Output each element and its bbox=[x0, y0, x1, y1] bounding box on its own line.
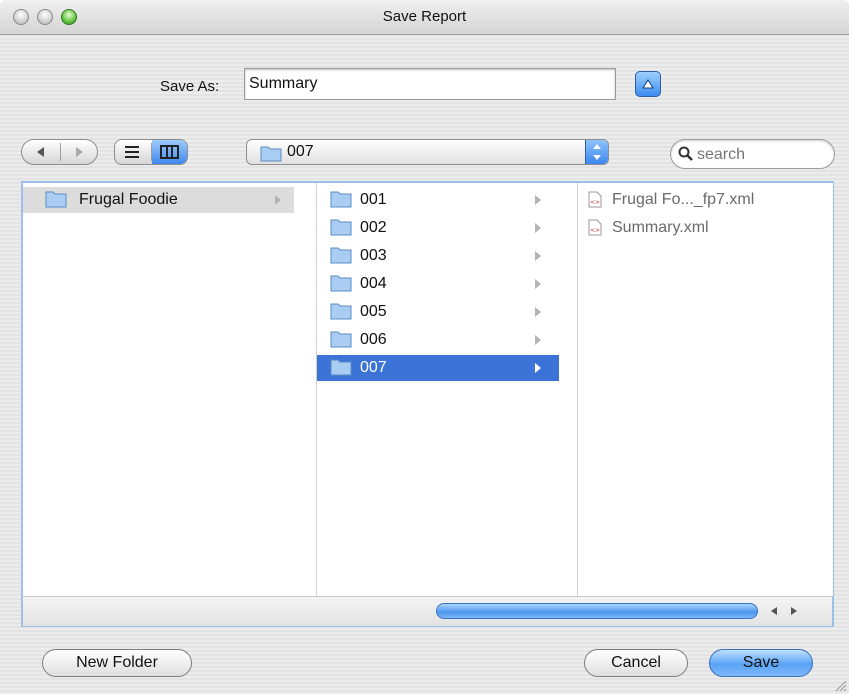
search-box[interactable] bbox=[670, 139, 835, 169]
column-view-icon bbox=[160, 145, 179, 159]
folder-icon bbox=[330, 359, 352, 376]
chevron-right-icon bbox=[275, 195, 281, 205]
view-mode-control bbox=[114, 139, 188, 165]
folder-icon bbox=[45, 191, 67, 208]
svg-text:<>: <> bbox=[590, 227, 600, 234]
save-as-field[interactable] bbox=[244, 68, 616, 100]
xml-file-icon: <> bbox=[588, 219, 602, 236]
updown-arrows-icon bbox=[593, 144, 601, 160]
forward-arrow-icon bbox=[76, 147, 83, 157]
list-item[interactable]: 001 bbox=[317, 187, 559, 213]
list-item-label: 002 bbox=[360, 219, 387, 236]
folder-icon bbox=[330, 247, 352, 264]
save-dialog: Save Report Save As: Summary 007 search … bbox=[0, 0, 849, 694]
horizontal-scrollbar[interactable] bbox=[23, 596, 832, 626]
popup-arrows bbox=[585, 140, 608, 164]
list-view-icon bbox=[125, 146, 139, 158]
list-item[interactable]: 003 bbox=[317, 243, 559, 269]
list-item[interactable]: 002 bbox=[317, 215, 559, 241]
chevron-right-icon bbox=[535, 195, 541, 205]
location-label: 007 bbox=[287, 143, 314, 160]
collapse-browser-button[interactable] bbox=[635, 71, 661, 97]
folder-icon bbox=[330, 219, 352, 236]
list-item-label: 006 bbox=[360, 331, 387, 348]
folder-icon bbox=[330, 303, 352, 320]
back-button[interactable] bbox=[22, 140, 60, 164]
column-2: 001 002 003 004 005 006 007 bbox=[316, 183, 559, 596]
column-3: <> Frugal Fo..._fp7.xml <> Summary.xml bbox=[577, 183, 833, 596]
list-item-label: 005 bbox=[360, 303, 387, 320]
chevron-right-icon bbox=[535, 363, 541, 373]
list-item[interactable]: 004 bbox=[317, 271, 559, 297]
folder-icon bbox=[330, 191, 352, 208]
list-item[interactable]: 007 bbox=[317, 355, 559, 381]
chevron-right-icon bbox=[535, 335, 541, 345]
list-item-label: 007 bbox=[360, 359, 387, 376]
window-title: Save Report bbox=[382, 8, 467, 25]
list-item[interactable]: 006 bbox=[317, 327, 559, 353]
folder-icon bbox=[260, 146, 282, 162]
chevron-right-icon bbox=[535, 251, 541, 261]
list-item-label: Summary.xml bbox=[612, 219, 709, 236]
column-browser: Frugal Foodie 001 002 003 004 005 006 00… bbox=[21, 181, 834, 627]
folder-icon bbox=[330, 275, 352, 292]
location-popup[interactable]: 007 bbox=[246, 139, 609, 165]
history-navigation bbox=[21, 139, 98, 165]
folder-icon bbox=[330, 331, 352, 348]
cancel-button[interactable]: Cancel bbox=[584, 649, 688, 677]
list-item[interactable]: Frugal Foodie bbox=[23, 187, 294, 213]
xml-file-icon: <> bbox=[588, 191, 602, 208]
list-item-label: 004 bbox=[360, 275, 387, 292]
chevron-right-icon bbox=[535, 223, 541, 233]
chevron-right-icon bbox=[535, 307, 541, 317]
back-arrow-icon bbox=[37, 147, 44, 157]
svg-text:<>: <> bbox=[590, 199, 600, 206]
list-item-label: Frugal Fo..._fp7.xml bbox=[612, 191, 755, 208]
search-icon bbox=[678, 146, 693, 161]
forward-button[interactable] bbox=[61, 140, 98, 164]
list-item-label: Frugal Foodie bbox=[79, 191, 178, 208]
chevron-right-icon bbox=[535, 279, 541, 289]
column-view-button[interactable] bbox=[152, 140, 187, 164]
resize-grip-icon[interactable] bbox=[835, 680, 847, 692]
new-folder-button[interactable]: New Folder bbox=[42, 649, 192, 677]
list-item-label: 003 bbox=[360, 247, 387, 264]
triangle-up-icon bbox=[642, 79, 654, 89]
scrollbar-thumb[interactable] bbox=[436, 603, 758, 619]
save-button[interactable]: Save bbox=[709, 649, 813, 677]
save-as-label: Save As: bbox=[160, 78, 220, 95]
search-input[interactable] bbox=[695, 143, 829, 167]
scroll-arrows-icon[interactable] bbox=[765, 603, 805, 619]
list-item[interactable]: <> Frugal Fo..._fp7.xml bbox=[578, 187, 833, 213]
title-bar: Save Report bbox=[0, 0, 849, 35]
list-view-button[interactable] bbox=[115, 140, 151, 164]
list-item-label: 001 bbox=[360, 191, 387, 208]
list-item[interactable]: <> Summary.xml bbox=[578, 215, 833, 241]
column-1: Frugal Foodie bbox=[23, 183, 294, 596]
list-item[interactable]: 005 bbox=[317, 299, 559, 325]
